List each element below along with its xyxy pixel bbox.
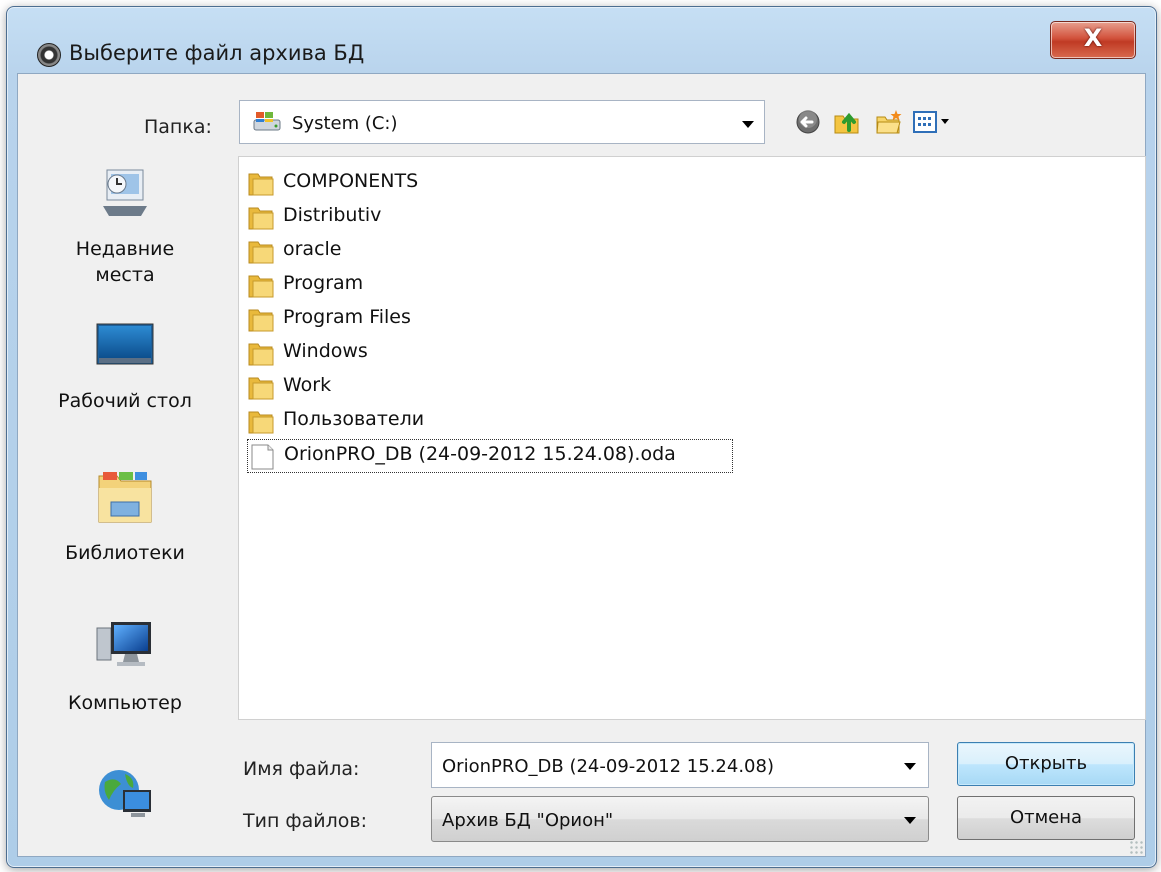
place-label: Библиотеки (65, 542, 185, 564)
folder-icon (248, 173, 274, 196)
file-icon (251, 444, 274, 470)
recent-places-icon (103, 169, 147, 216)
places-bar: Недавние места Рабочий стол Библиотеки К… (18, 154, 232, 856)
folder-icon (248, 207, 274, 230)
chevron-down-icon[interactable] (904, 817, 916, 824)
drive-icon (253, 112, 281, 131)
folder-icon (248, 377, 274, 400)
close-icon: X (1083, 24, 1103, 52)
folder-dropdown[interactable]: System (C:) (239, 100, 765, 144)
up-folder-icon[interactable] (832, 108, 862, 136)
filename-value: OrionPRO_DB (24-09-2012 15.24.08) (442, 756, 774, 777)
filetype-label: Тип файлов: (243, 810, 368, 832)
computer-icon (96, 622, 151, 666)
network-icon (99, 770, 151, 817)
place-libraries[interactable]: Библиотеки (18, 466, 232, 567)
new-folder-icon[interactable] (874, 108, 904, 136)
folder-icon (248, 275, 274, 298)
file-list[interactable]: COMPONENTS Distributiv oracle Program Pr… (238, 156, 1146, 720)
cancel-button[interactable]: Отмена (957, 796, 1135, 840)
chevron-down-icon[interactable] (904, 763, 916, 770)
folder-icon (248, 343, 274, 366)
desktop-icon (96, 323, 154, 365)
libraries-icon (98, 472, 152, 523)
close-button[interactable]: X (1050, 21, 1136, 59)
file-open-dialog: Выберите файл архива БД X Папка: System … (6, 6, 1157, 868)
folder-value: System (C:) (292, 113, 398, 134)
folder-label: Папка: (144, 116, 212, 138)
place-label: Компьютер (68, 692, 182, 714)
place-computer[interactable]: Компьютер (18, 616, 232, 717)
open-button[interactable]: Открыть (957, 742, 1135, 786)
window-title: Выберите файл архива БД (69, 41, 365, 65)
folder-icon (248, 309, 274, 332)
place-label: Недавние (75, 238, 175, 260)
place-label: места (95, 264, 155, 286)
place-recent[interactable]: Недавние места (18, 162, 232, 289)
title-bar[interactable]: Выберите файл архива БД X (7, 7, 1156, 73)
view-menu-icon[interactable] (911, 108, 955, 136)
filetype-select[interactable]: Архив БД "Орион" (431, 796, 929, 842)
filetype-value: Архив БД "Орион" (442, 810, 614, 831)
filename-input[interactable]: OrionPRO_DB (24-09-2012 15.24.08) (431, 742, 929, 788)
place-label: Рабочий стол (58, 390, 192, 412)
app-icon (37, 43, 61, 67)
list-item-selected[interactable]: OrionPRO_DB (24-09-2012 15.24.08).oda (247, 439, 733, 473)
place-network[interactable] (18, 766, 232, 839)
folder-icon (248, 241, 274, 264)
back-icon[interactable] (793, 108, 823, 136)
filename-label: Имя файла: (243, 758, 360, 780)
chevron-down-icon[interactable] (742, 121, 754, 128)
dialog-body: Папка: System (C:) Недавние места Рабочи… (17, 73, 1146, 857)
folder-icon (248, 411, 274, 434)
resize-grip[interactable] (1129, 840, 1143, 854)
place-desktop[interactable]: Рабочий стол (18, 314, 232, 415)
